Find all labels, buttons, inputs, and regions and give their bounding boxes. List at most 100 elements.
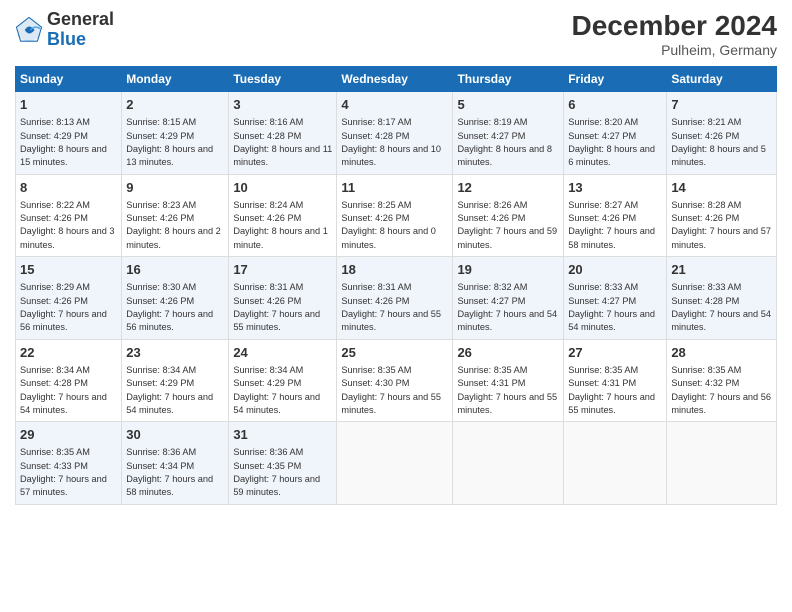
- day-info: Sunrise: 8:27 AMSunset: 4:26 PMDaylight:…: [568, 200, 655, 250]
- day-number: 1: [20, 96, 117, 114]
- header-friday: Friday: [564, 67, 667, 92]
- day-number: 12: [457, 179, 559, 197]
- day-info: Sunrise: 8:29 AMSunset: 4:26 PMDaylight:…: [20, 282, 107, 332]
- day-info: Sunrise: 8:34 AMSunset: 4:28 PMDaylight:…: [20, 365, 107, 415]
- day-info: Sunrise: 8:35 AMSunset: 4:30 PMDaylight:…: [341, 365, 441, 415]
- table-row: [337, 422, 453, 505]
- table-row: [564, 422, 667, 505]
- table-row: 25 Sunrise: 8:35 AMSunset: 4:30 PMDayligh…: [337, 339, 453, 422]
- day-number: 22: [20, 344, 117, 362]
- calendar-week-row: 22 Sunrise: 8:34 AMSunset: 4:28 PMDayligh…: [16, 339, 777, 422]
- day-info: Sunrise: 8:23 AMSunset: 4:26 PMDaylight:…: [126, 200, 221, 250]
- day-info: Sunrise: 8:35 AMSunset: 4:31 PMDaylight:…: [457, 365, 557, 415]
- day-number: 20: [568, 261, 662, 279]
- page-container: General Blue December 2024 Pulheim, Germ…: [0, 0, 792, 510]
- day-info: Sunrise: 8:33 AMSunset: 4:27 PMDaylight:…: [568, 282, 655, 332]
- logo: General Blue: [15, 10, 114, 50]
- day-info: Sunrise: 8:17 AMSunset: 4:28 PMDaylight:…: [341, 117, 441, 167]
- day-number: 26: [457, 344, 559, 362]
- day-number: 21: [671, 261, 772, 279]
- table-row: 14 Sunrise: 8:28 AMSunset: 4:26 PMDayligh…: [667, 174, 777, 257]
- day-number: 8: [20, 179, 117, 197]
- calendar-week-row: 8 Sunrise: 8:22 AMSunset: 4:26 PMDaylight…: [16, 174, 777, 257]
- table-row: 10 Sunrise: 8:24 AMSunset: 4:26 PMDayligh…: [229, 174, 337, 257]
- table-row: 20 Sunrise: 8:33 AMSunset: 4:27 PMDayligh…: [564, 257, 667, 340]
- table-row: 5 Sunrise: 8:19 AMSunset: 4:27 PMDaylight…: [453, 92, 564, 175]
- logo-icon: [15, 16, 43, 44]
- table-row: 8 Sunrise: 8:22 AMSunset: 4:26 PMDaylight…: [16, 174, 122, 257]
- day-info: Sunrise: 8:36 AMSunset: 4:34 PMDaylight:…: [126, 447, 213, 497]
- day-info: Sunrise: 8:25 AMSunset: 4:26 PMDaylight:…: [341, 200, 436, 250]
- day-info: Sunrise: 8:34 AMSunset: 4:29 PMDaylight:…: [126, 365, 213, 415]
- day-number: 18: [341, 261, 448, 279]
- day-number: 9: [126, 179, 224, 197]
- table-row: 13 Sunrise: 8:27 AMSunset: 4:26 PMDayligh…: [564, 174, 667, 257]
- day-info: Sunrise: 8:35 AMSunset: 4:33 PMDaylight:…: [20, 447, 107, 497]
- day-number: 4: [341, 96, 448, 114]
- header-thursday: Thursday: [453, 67, 564, 92]
- day-number: 5: [457, 96, 559, 114]
- calendar-week-row: 29 Sunrise: 8:35 AMSunset: 4:33 PMDayligh…: [16, 422, 777, 505]
- day-number: 13: [568, 179, 662, 197]
- calendar-week-row: 1 Sunrise: 8:13 AMSunset: 4:29 PMDaylight…: [16, 92, 777, 175]
- table-row: 12Sunrise: 8:26 AMSunset: 4:26 PMDayligh…: [453, 174, 564, 257]
- header-saturday: Saturday: [667, 67, 777, 92]
- day-number: 6: [568, 96, 662, 114]
- calendar-table: Sunday Monday Tuesday Wednesday Thursday…: [15, 66, 777, 505]
- calendar-week-row: 15 Sunrise: 8:29 AMSunset: 4:26 PMDayligh…: [16, 257, 777, 340]
- day-info: Sunrise: 8:30 AMSunset: 4:26 PMDaylight:…: [126, 282, 213, 332]
- page-header: General Blue December 2024 Pulheim, Germ…: [15, 10, 777, 58]
- table-row: 17 Sunrise: 8:31 AMSunset: 4:26 PMDayligh…: [229, 257, 337, 340]
- day-number: 19: [457, 261, 559, 279]
- table-row: 29 Sunrise: 8:35 AMSunset: 4:33 PMDayligh…: [16, 422, 122, 505]
- table-row: 26 Sunrise: 8:35 AMSunset: 4:31 PMDayligh…: [453, 339, 564, 422]
- table-row: 21 Sunrise: 8:33 AMSunset: 4:28 PMDayligh…: [667, 257, 777, 340]
- table-row: 19 Sunrise: 8:32 AMSunset: 4:27 PMDayligh…: [453, 257, 564, 340]
- header-wednesday: Wednesday: [337, 67, 453, 92]
- day-number: 17: [233, 261, 332, 279]
- day-number: 14: [671, 179, 772, 197]
- table-row: 28 Sunrise: 8:35 AMSunset: 4:32 PMDayligh…: [667, 339, 777, 422]
- calendar-header-row: Sunday Monday Tuesday Wednesday Thursday…: [16, 67, 777, 92]
- title-block: December 2024 Pulheim, Germany: [572, 10, 777, 58]
- table-row: 23 Sunrise: 8:34 AMSunset: 4:29 PMDayligh…: [122, 339, 229, 422]
- table-row: 15 Sunrise: 8:29 AMSunset: 4:26 PMDayligh…: [16, 257, 122, 340]
- day-number: 23: [126, 344, 224, 362]
- day-info: Sunrise: 8:36 AMSunset: 4:35 PMDaylight:…: [233, 447, 320, 497]
- day-info: Sunrise: 8:24 AMSunset: 4:26 PMDaylight:…: [233, 200, 328, 250]
- logo-text: General Blue: [47, 10, 114, 50]
- day-number: 7: [671, 96, 772, 114]
- day-info: Sunrise: 8:28 AMSunset: 4:26 PMDaylight:…: [671, 200, 771, 250]
- day-number: 25: [341, 344, 448, 362]
- day-info: Sunrise: 8:22 AMSunset: 4:26 PMDaylight:…: [20, 200, 115, 250]
- header-sunday: Sunday: [16, 67, 122, 92]
- day-number: 15: [20, 261, 117, 279]
- table-row: 18 Sunrise: 8:31 AMSunset: 4:26 PMDayligh…: [337, 257, 453, 340]
- day-number: 24: [233, 344, 332, 362]
- day-info: Sunrise: 8:15 AMSunset: 4:29 PMDaylight:…: [126, 117, 213, 167]
- day-info: Sunrise: 8:20 AMSunset: 4:27 PMDaylight:…: [568, 117, 655, 167]
- day-info: Sunrise: 8:13 AMSunset: 4:29 PMDaylight:…: [20, 117, 107, 167]
- day-info: Sunrise: 8:35 AMSunset: 4:31 PMDaylight:…: [568, 365, 655, 415]
- header-tuesday: Tuesday: [229, 67, 337, 92]
- day-info: Sunrise: 8:34 AMSunset: 4:29 PMDaylight:…: [233, 365, 320, 415]
- table-row: 6 Sunrise: 8:20 AMSunset: 4:27 PMDaylight…: [564, 92, 667, 175]
- header-monday: Monday: [122, 67, 229, 92]
- day-info: Sunrise: 8:33 AMSunset: 4:28 PMDaylight:…: [671, 282, 771, 332]
- table-row: [667, 422, 777, 505]
- day-info: Sunrise: 8:32 AMSunset: 4:27 PMDaylight:…: [457, 282, 557, 332]
- day-number: 10: [233, 179, 332, 197]
- day-number: 28: [671, 344, 772, 362]
- day-info: Sunrise: 8:31 AMSunset: 4:26 PMDaylight:…: [341, 282, 441, 332]
- day-info: Sunrise: 8:31 AMSunset: 4:26 PMDaylight:…: [233, 282, 320, 332]
- day-number: 29: [20, 426, 117, 444]
- table-row: 27Sunrise: 8:35 AMSunset: 4:31 PMDayligh…: [564, 339, 667, 422]
- day-info: Sunrise: 8:35 AMSunset: 4:32 PMDaylight:…: [671, 365, 771, 415]
- table-row: 7 Sunrise: 8:21 AMSunset: 4:26 PMDaylight…: [667, 92, 777, 175]
- day-number: 30: [126, 426, 224, 444]
- table-row: 3Sunrise: 8:16 AMSunset: 4:28 PMDaylight…: [229, 92, 337, 175]
- day-info: Sunrise: 8:19 AMSunset: 4:27 PMDaylight:…: [457, 117, 552, 167]
- day-info: Sunrise: 8:21 AMSunset: 4:26 PMDaylight:…: [671, 117, 766, 167]
- table-row: 31Sunrise: 8:36 AMSunset: 4:35 PMDayligh…: [229, 422, 337, 505]
- table-row: 2Sunrise: 8:15 AMSunset: 4:29 PMDaylight…: [122, 92, 229, 175]
